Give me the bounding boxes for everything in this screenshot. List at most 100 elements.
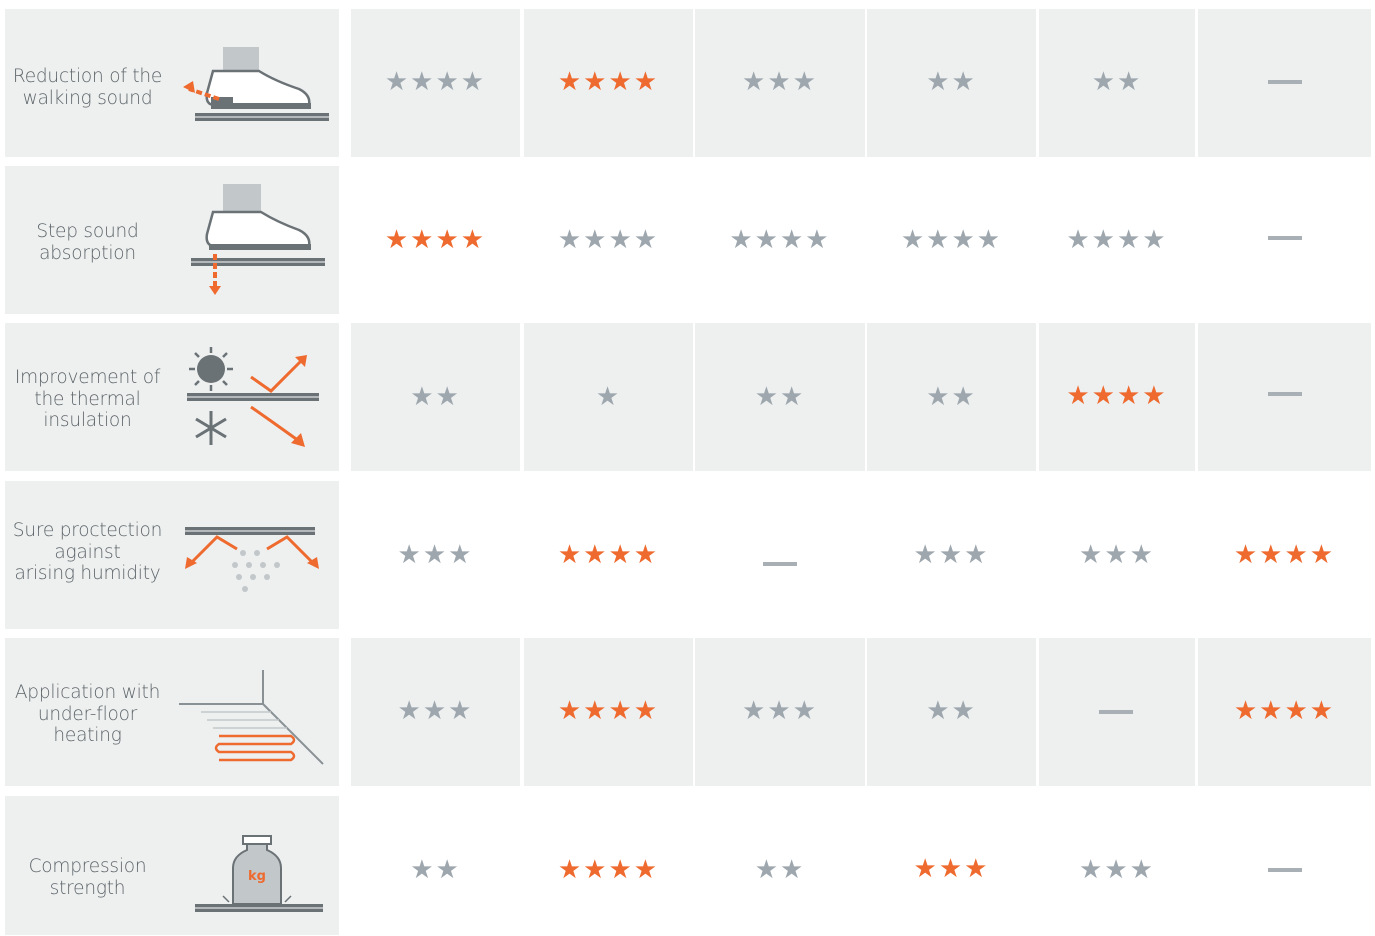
star-rating: ★★ [1091, 67, 1143, 97]
rating-cell: ★★★ [1039, 796, 1195, 935]
underfloor-heating-icon [179, 670, 324, 765]
rating-cell: ★★★★ [867, 166, 1036, 314]
star-rating: ★★★★ [557, 67, 660, 97]
star-rating: ★★★★ [384, 67, 487, 97]
table-row: Compression strength kg ★★ ★★★★ ★★ ★★★ ★… [0, 796, 1375, 935]
no-rating-dash [1268, 80, 1302, 84]
no-rating-dash [1268, 868, 1302, 872]
rating-cell: ★★ [351, 796, 520, 935]
row-label-line: arising humidity [14, 563, 161, 584]
star-rating: ★★★★ [557, 225, 660, 255]
star-rating: ★★★★ [1233, 540, 1336, 570]
row-label-line: Compression [28, 856, 147, 877]
star-rating: ★★★ [913, 540, 990, 570]
thermal-insulation-icon [187, 347, 319, 447]
row-label-line: the thermal [34, 388, 141, 410]
weight-kg-icon: kg [195, 835, 323, 912]
star-rating: ★★ [410, 855, 461, 885]
row-label-cell: Application with under-floor heating [5, 638, 339, 786]
rating-cell: ★★★ [867, 796, 1036, 935]
rating-cell: ★★★★ [351, 166, 520, 314]
row-label-cell: Reduction of the walking sound [5, 9, 339, 157]
rating-cell: ★★ [1039, 9, 1195, 157]
star-rating: ★★ [926, 382, 977, 412]
table-row: Sure proctection against arising humidit… [0, 481, 1375, 629]
rating-cell: ★★★ [1039, 481, 1195, 629]
row-label-line: Step sound [36, 221, 139, 242]
row-label-line: against [54, 541, 121, 563]
rating-cell: ★★★★ [1039, 323, 1195, 471]
row-label-line: absorption [39, 242, 136, 264]
rating-cell [1198, 9, 1371, 157]
star-rating: ★★★★ [900, 225, 1003, 255]
row-label-line: Improvement of [14, 367, 161, 388]
star-rating: ★★★ [397, 540, 474, 570]
row-label: Improvement of the thermal insulation [5, 367, 170, 432]
weight-kg-label: kg [248, 869, 266, 884]
table-row: Step sound absorption ★★★★ ★★★★ ★★★★ ★★★… [0, 166, 1375, 314]
shoe-walking-sound-icon [183, 47, 329, 121]
rating-cell: ★ [524, 323, 693, 471]
no-rating-dash [763, 562, 797, 566]
row-label-line: Sure proctection [12, 520, 163, 541]
rating-cell: ★★★ [351, 481, 520, 629]
row-label-line: walking sound [22, 87, 153, 109]
row-label: Reduction of the walking sound [5, 66, 170, 109]
rating-cell [695, 481, 865, 629]
star-rating: ★★★★ [557, 855, 660, 885]
row-label-cell: Compression strength kg [5, 796, 339, 935]
row-label-cell: Improvement of the thermal insulation [5, 323, 339, 471]
table-row: Improvement of the thermal insulation ★★… [0, 323, 1375, 471]
star-rating: ★★★★ [384, 225, 487, 255]
humidity-protection-icon [185, 527, 319, 592]
row-label-cell: Step sound absorption [5, 166, 339, 314]
rating-cell [1198, 796, 1371, 935]
row-label: Step sound absorption [5, 221, 170, 264]
rating-cell: ★★ [867, 638, 1036, 786]
rating-cell [1039, 638, 1195, 786]
no-rating-dash [1268, 236, 1302, 240]
star-rating: ★★ [754, 855, 806, 885]
row-label-line: Application with [14, 682, 161, 703]
row-label-line: Reduction of the [12, 66, 163, 87]
rating-cell: ★★★★ [1039, 166, 1195, 314]
rating-cell: ★★ [695, 796, 865, 935]
star-rating: ★ [595, 382, 622, 412]
rating-cell: ★★★★ [524, 796, 693, 935]
rating-cell: ★★★ [695, 9, 865, 157]
table-row: Reduction of the walking sound ★★★★ ★★★★… [0, 9, 1375, 157]
rating-cell: ★★★★ [1198, 638, 1371, 786]
row-label: Compression strength [5, 856, 170, 899]
rating-cell: ★★★★ [1198, 481, 1371, 629]
rating-cell: ★★★★ [524, 9, 693, 157]
rating-cell [1198, 323, 1371, 471]
star-rating: ★★★★ [1233, 696, 1336, 726]
rating-cell: ★★★ [695, 638, 865, 786]
star-rating: ★★ [410, 382, 461, 412]
rating-cell: ★★ [867, 9, 1036, 157]
row-label-line: insulation [43, 410, 132, 431]
rating-cell: ★★★ [351, 638, 520, 786]
star-rating: ★★★★ [1066, 225, 1168, 255]
row-label-line: under-floor [37, 703, 138, 725]
rating-cell: ★★★ [867, 481, 1036, 629]
rating-cell: ★★★★ [524, 166, 693, 314]
rating-cell [1198, 166, 1371, 314]
star-rating: ★★★★ [1066, 381, 1168, 411]
rating-cell: ★★★★ [524, 638, 693, 786]
row-label: Sure proctection against arising humidit… [5, 520, 170, 585]
star-rating: ★★★★ [557, 540, 660, 570]
row-label-cell: Sure proctection against arising humidit… [5, 481, 339, 629]
table-row: Application with under-floor heating ★★★… [0, 638, 1375, 786]
rating-cell: ★★★★ [351, 9, 520, 157]
star-rating: ★★ [754, 382, 806, 412]
rating-cell: ★★ [695, 323, 865, 471]
star-rating: ★★★ [397, 696, 474, 726]
star-rating: ★★★ [742, 67, 818, 97]
row-label: Application with under-floor heating [5, 682, 170, 747]
star-rating: ★★★★ [557, 696, 660, 726]
shoe-step-sound-icon [191, 184, 325, 295]
star-rating: ★★ [926, 696, 977, 726]
rating-cell: ★★★★ [524, 481, 693, 629]
row-label-line: heating [53, 725, 122, 746]
